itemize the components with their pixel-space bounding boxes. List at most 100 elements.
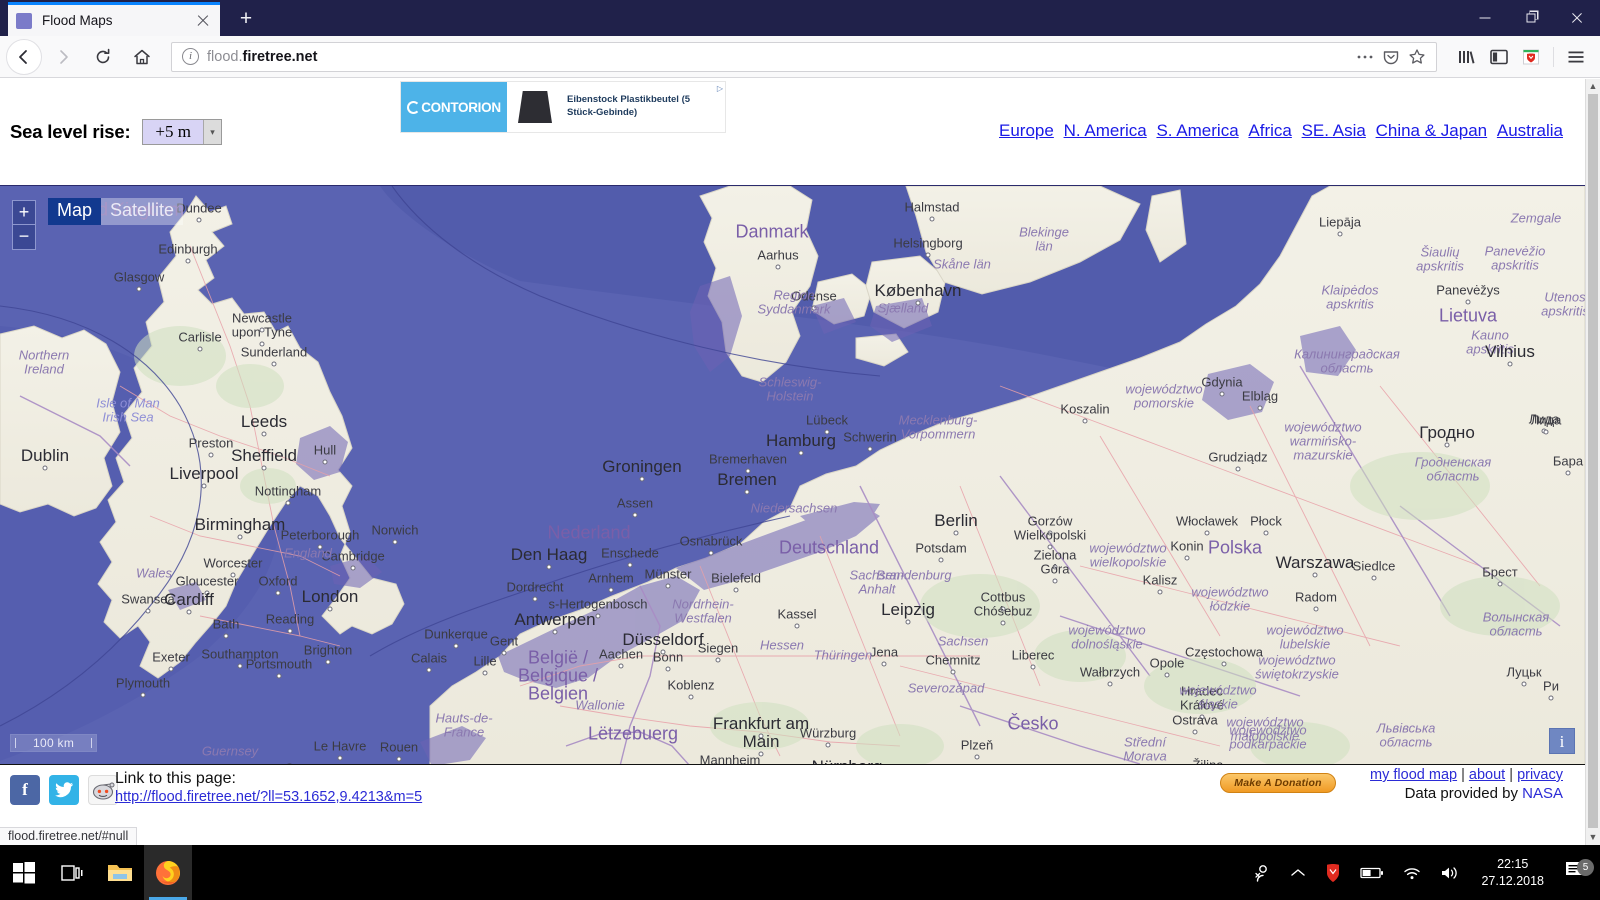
region-link-china-japan[interactable]: China & Japan [1376, 121, 1488, 140]
sea-level-select[interactable]: +5 m ▾ [142, 119, 222, 145]
map-city-dot [1257, 405, 1263, 411]
map-geometry [0, 186, 1585, 764]
footer-link-my-flood-map[interactable]: my flood map [1370, 767, 1457, 783]
taskbar-apps [0, 845, 192, 900]
make-a-donation-button[interactable]: Make A Donation [1220, 773, 1336, 793]
map-scale-bar: 100 km [10, 734, 98, 752]
share-link-url[interactable]: http://flood.firetree.net/?ll=53.1652,9.… [115, 789, 422, 805]
map-city-dot [208, 452, 214, 458]
battery-icon[interactable] [1351, 866, 1393, 880]
maximize-window-button[interactable] [1508, 0, 1554, 36]
sidebar-icon[interactable] [1483, 42, 1515, 72]
mcafee-tray-icon[interactable] [1315, 863, 1351, 883]
site-info-icon[interactable]: i [182, 48, 199, 65]
map-city-dot [337, 755, 343, 761]
map-type-satellite-button[interactable]: Satellite [101, 198, 184, 225]
map-city-dot [881, 661, 887, 667]
url-bar[interactable]: i flood.firetree.net [171, 41, 1437, 72]
wifi-icon[interactable] [1393, 865, 1431, 881]
reddit-icon[interactable] [88, 775, 118, 805]
forward-button[interactable] [47, 40, 81, 74]
map-city-dot [798, 450, 804, 456]
region-link-se-asia[interactable]: SE. Asia [1302, 121, 1366, 140]
twitter-icon[interactable] [49, 775, 79, 805]
new-tab-button[interactable]: + [232, 6, 260, 34]
footer-separator-1: | [1461, 767, 1465, 783]
map-city-dot [327, 606, 333, 612]
map-city-dot [186, 609, 192, 615]
task-view-button[interactable] [48, 845, 96, 900]
taskbar-clock[interactable]: 22:15 27.12.2018 [1469, 856, 1556, 890]
map-city-dot [1052, 564, 1058, 570]
map-city-dot [201, 483, 207, 489]
footer-link-privacy[interactable]: privacy [1517, 767, 1563, 783]
ad-logo-ring-icon [407, 100, 421, 114]
map-type-map-button[interactable]: Map [48, 198, 102, 225]
reload-button[interactable] [86, 40, 120, 74]
scroll-down-arrow-icon[interactable]: ▼ [1586, 830, 1600, 845]
map-city-dot [396, 756, 402, 762]
zoom-in-button[interactable]: + [13, 201, 35, 225]
chevron-down-icon[interactable]: ▾ [202, 120, 221, 144]
home-button[interactable] [125, 40, 159, 74]
map-city-dot [1192, 729, 1198, 735]
map-city-dot [744, 489, 750, 495]
region-link-australia[interactable]: Australia [1497, 121, 1563, 140]
browser-tab[interactable]: Flood Maps [8, 2, 220, 36]
page-header: Sea level rise: +5 m ▾ CONTORION Eibenst… [0, 79, 1585, 185]
map-type-toggle[interactable]: Map Satellite [48, 198, 184, 225]
map-city-dot [1444, 442, 1450, 448]
mcafee-addon-icon[interactable] [1515, 42, 1547, 72]
url-text: flood.firetree.net [207, 49, 1352, 65]
show-hidden-icons-chevron[interactable] [1281, 867, 1315, 879]
zoom-out-button[interactable]: − [13, 225, 35, 249]
map-city-dot [482, 670, 488, 676]
firefox-taskbar-button[interactable] [144, 845, 192, 900]
map-city-dot [824, 429, 830, 435]
footer-link-about[interactable]: about [1469, 767, 1505, 783]
sea-level-control: Sea level rise: +5 m ▾ [10, 119, 222, 145]
library-icon[interactable] [1451, 42, 1483, 72]
map-city-dot [1235, 466, 1241, 472]
region-link-europe[interactable]: Europe [999, 121, 1054, 140]
back-button[interactable] [6, 38, 42, 75]
map-city-dot [1263, 530, 1269, 536]
page-scrollbar[interactable]: ▲ ▼ [1585, 79, 1600, 845]
start-button[interactable] [0, 845, 48, 900]
map-city-dot [627, 562, 633, 568]
map-city-dot [1030, 664, 1036, 670]
notification-center-button[interactable]: 5 [1556, 859, 1600, 886]
close-window-button[interactable] [1554, 0, 1600, 36]
adchoices-icon[interactable]: ▷ [717, 84, 723, 93]
map-city-dot [1219, 391, 1225, 397]
map-city-dot [287, 628, 293, 634]
people-icon[interactable] [1243, 863, 1281, 883]
advertisement-banner[interactable]: CONTORION Eibenstock Plastikbeutel (5 St… [400, 81, 726, 133]
scroll-up-arrow-icon[interactable]: ▲ [1586, 79, 1600, 94]
region-link-africa[interactable]: Africa [1248, 121, 1291, 140]
hamburger-menu-icon[interactable] [1560, 42, 1592, 72]
bookmark-star-icon[interactable] [1404, 44, 1430, 70]
page-actions-icon[interactable] [1352, 44, 1378, 70]
map-city-dot [1107, 681, 1113, 687]
file-explorer-button[interactable] [96, 845, 144, 900]
map-city-dot [665, 583, 671, 589]
map-city-dot [925, 252, 931, 258]
facebook-icon[interactable]: f [10, 775, 40, 805]
region-link-s-america[interactable]: S. America [1156, 121, 1238, 140]
region-link-n-america[interactable]: N. America [1064, 121, 1147, 140]
map-city-dot [1371, 575, 1377, 581]
scrollbar-thumb[interactable] [1588, 94, 1598, 828]
map-info-button[interactable]: i [1549, 728, 1575, 754]
nasa-link[interactable]: NASA [1522, 785, 1563, 802]
map-city-dot [261, 431, 267, 437]
volume-icon[interactable] [1431, 865, 1469, 881]
map-city-dot [1000, 620, 1006, 626]
minimize-window-button[interactable] [1462, 0, 1508, 36]
flood-map[interactable]: Dundee Edinburgh Glasgow United Kingdom Newc… [0, 185, 1585, 765]
map-city-dot [552, 629, 558, 635]
map-city-dot [929, 216, 935, 222]
pocket-icon[interactable] [1378, 44, 1404, 70]
close-tab-icon[interactable] [194, 12, 212, 30]
map-zoom-controls[interactable]: + − [12, 200, 36, 250]
